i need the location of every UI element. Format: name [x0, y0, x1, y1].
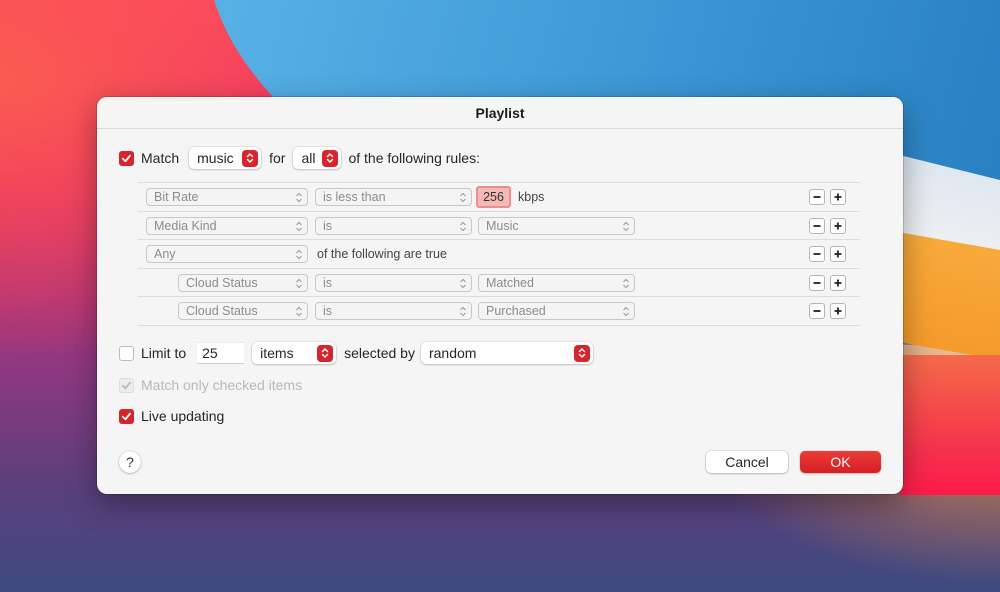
- rules-suffix-label: of the following rules:: [348, 150, 480, 166]
- chevron-updown-icon: [460, 306, 466, 317]
- chevron-updown-icon: [296, 192, 302, 203]
- add-rule-button[interactable]: [830, 246, 846, 262]
- remove-rule-button[interactable]: [809, 303, 825, 319]
- rule-field-select[interactable]: Bit Rate: [146, 188, 308, 206]
- checkmark-icon: [122, 381, 131, 389]
- remove-rule-button[interactable]: [809, 246, 825, 262]
- chevron-updown-icon: [296, 221, 302, 231]
- rule-field-select[interactable]: Any: [146, 245, 308, 263]
- chevron-updown-icon: [623, 306, 629, 317]
- chevron-updown-icon: [296, 278, 302, 288]
- live-updating-checkbox[interactable]: [119, 408, 134, 424]
- rule-value-select[interactable]: Matched: [478, 273, 635, 292]
- match-row: Match music for all of the following rul…: [119, 147, 480, 169]
- add-rule-button[interactable]: [830, 189, 846, 205]
- limit-label: Limit to: [141, 345, 187, 361]
- rule-value-select[interactable]: Purchased: [478, 302, 635, 320]
- rules-list: Bit Rate is less than 256 kbps Media Kin…: [138, 182, 860, 326]
- checkmark-icon: [121, 412, 132, 420]
- limit-count-input[interactable]: 25: [197, 342, 245, 364]
- minus-icon: [813, 196, 821, 198]
- match-only-checked-label: Match only checked items: [141, 377, 303, 393]
- playlist-dialog: Playlist Match music for all of the foll…: [97, 97, 903, 494]
- plus-icon: [834, 222, 842, 229]
- unit-label: kbps: [518, 190, 545, 204]
- rule-operator-select[interactable]: is: [315, 216, 472, 235]
- help-button[interactable]: ?: [119, 451, 141, 473]
- popup-stepper-icon: [317, 344, 334, 362]
- popup-stepper-icon: [242, 149, 259, 167]
- limit-unit-value: items: [260, 345, 294, 361]
- rule-row: Bit Rate is less than 256 kbps: [138, 183, 860, 212]
- match-checkbox[interactable]: [119, 150, 134, 166]
- chevron-updown-icon: [623, 221, 629, 231]
- rule-operator-select[interactable]: is less than: [315, 188, 472, 206]
- rule-value-select[interactable]: Music: [478, 216, 635, 235]
- selected-by-popup[interactable]: random: [420, 342, 593, 364]
- chevron-updown-icon: [296, 249, 302, 260]
- limit-row: Limit to 25 items selected by random: [119, 342, 593, 364]
- live-updating-label: Live updating: [141, 408, 225, 424]
- rule-field-select[interactable]: Media Kind: [146, 216, 308, 235]
- rule-operator-select[interactable]: is: [315, 302, 472, 320]
- match-scope-value: all: [301, 150, 316, 166]
- match-label: Match: [141, 150, 180, 166]
- plus-icon: [834, 193, 842, 201]
- limit-checkbox[interactable]: [119, 345, 134, 361]
- nested-rules-label: of the following are true: [317, 247, 447, 261]
- cancel-button[interactable]: Cancel: [706, 451, 788, 473]
- checkmark-icon: [121, 154, 132, 162]
- add-rule-button[interactable]: [830, 274, 846, 291]
- minus-icon: [813, 253, 821, 255]
- plus-icon: [834, 250, 842, 258]
- selected-by-label: selected by: [344, 345, 415, 361]
- rule-row: Cloud Status is Matched: [138, 269, 860, 297]
- minus-icon: [813, 224, 821, 227]
- chevron-updown-icon: [460, 221, 466, 231]
- remove-rule-button[interactable]: [809, 274, 825, 291]
- live-updating-row: Live updating: [119, 408, 224, 424]
- wallpaper-red-wave: [900, 355, 1000, 495]
- match-only-checked-checkbox[interactable]: [119, 377, 134, 393]
- dialog-titlebar: Playlist: [97, 97, 903, 129]
- chevron-updown-icon: [623, 278, 629, 288]
- rule-row: Any of the following are true: [138, 240, 860, 269]
- rule-row: Cloud Status is Purchased: [138, 297, 860, 326]
- rule-field-select[interactable]: Cloud Status: [178, 273, 308, 292]
- match-scope-popup[interactable]: all: [293, 147, 342, 169]
- rule-row: Media Kind is Music: [138, 212, 860, 240]
- rule-field-select[interactable]: Cloud Status: [178, 302, 308, 320]
- selected-by-value: random: [428, 345, 477, 361]
- media-kind-value: music: [197, 150, 234, 166]
- plus-icon: [834, 307, 842, 315]
- rule-operator-select[interactable]: is: [315, 273, 472, 292]
- chevron-updown-icon: [460, 278, 466, 288]
- chevron-updown-icon: [460, 192, 466, 203]
- ok-button[interactable]: OK: [800, 451, 881, 473]
- match-only-checked-row: Match only checked items: [119, 377, 302, 393]
- minus-icon: [813, 281, 821, 284]
- add-rule-button[interactable]: [830, 217, 846, 234]
- media-kind-popup[interactable]: music: [189, 147, 262, 169]
- add-rule-button[interactable]: [830, 303, 846, 319]
- dialog-title: Playlist: [475, 104, 525, 121]
- chevron-updown-icon: [296, 306, 302, 317]
- limit-unit-popup[interactable]: items: [252, 342, 337, 364]
- bit-rate-value-field[interactable]: 256: [476, 186, 511, 208]
- minus-icon: [813, 310, 821, 312]
- popup-stepper-icon: [573, 344, 590, 362]
- remove-rule-button[interactable]: [809, 189, 825, 205]
- plus-icon: [834, 279, 842, 286]
- popup-stepper-icon: [322, 149, 339, 167]
- remove-rule-button[interactable]: [809, 217, 825, 234]
- for-label: for: [269, 150, 286, 166]
